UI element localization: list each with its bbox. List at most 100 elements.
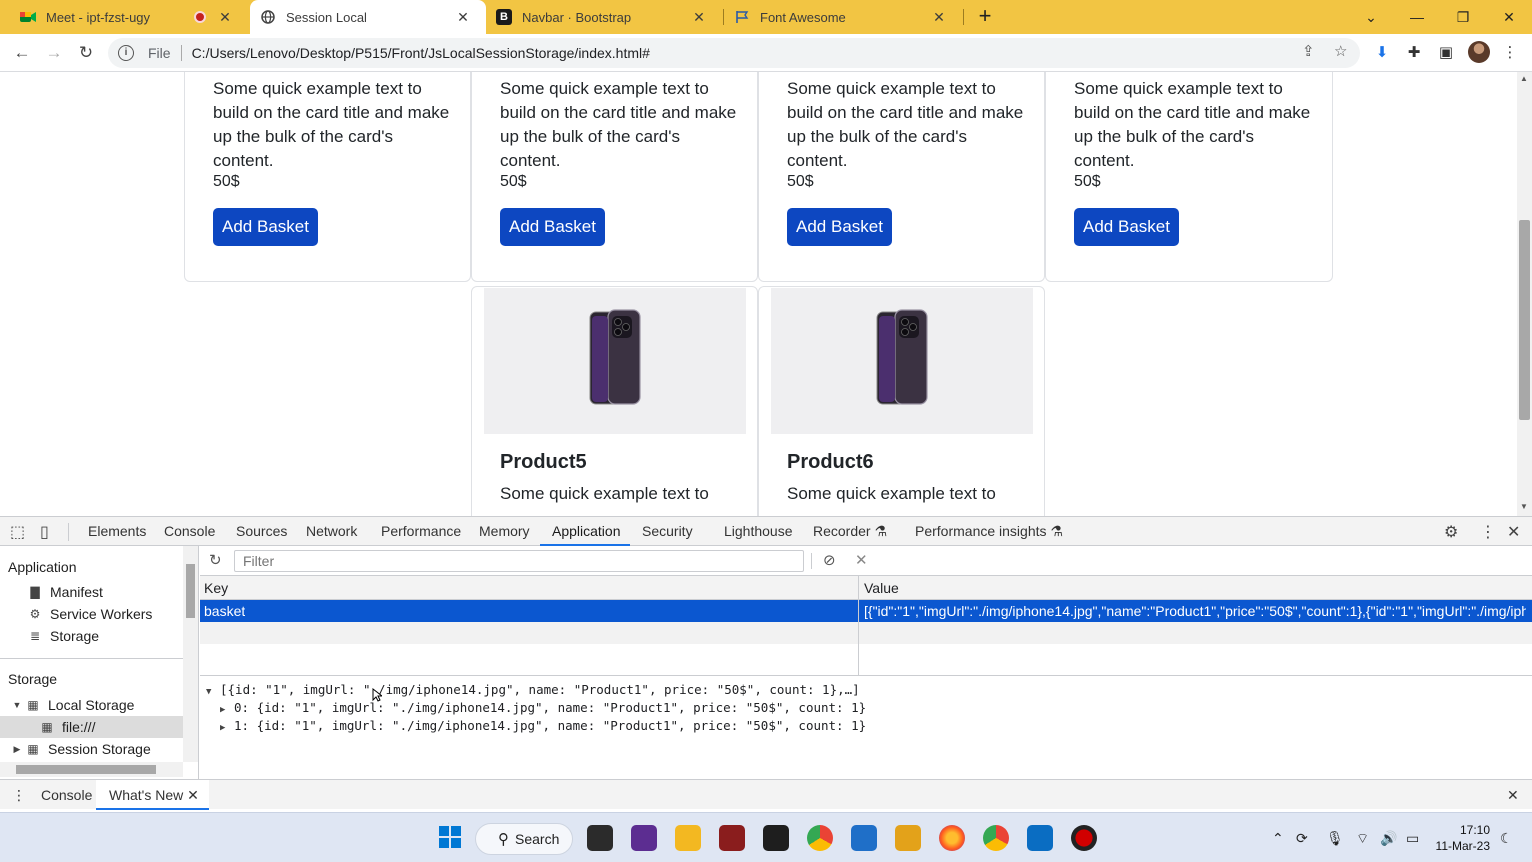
sidebar-item-local-storage[interactable]: ▼ ▦ Local Storage: [12, 697, 135, 713]
collapsed-triangle-icon[interactable]: ▶: [12, 744, 22, 755]
close-tab-icon[interactable]: ✕: [187, 787, 199, 803]
download-icon[interactable]: ⬇: [1372, 43, 1392, 63]
column-header-key[interactable]: Key: [204, 580, 228, 596]
collapsed-triangle-icon[interactable]: ▶: [220, 705, 234, 715]
sidebar-item-manifest[interactable]: ▇ Manifest: [28, 584, 103, 600]
devtools-tab-network[interactable]: Network: [306, 523, 357, 539]
devtools-tab-elements[interactable]: Elements: [88, 523, 146, 539]
scrollbar-thumb[interactable]: [186, 564, 195, 618]
preview-root-line[interactable]: ▼ [{id: "1", imgUrl: "./img/iphone14.jpg"…: [206, 682, 860, 697]
back-arrow-icon[interactable]: ←: [10, 41, 34, 65]
tab-meet[interactable]: Meet - ipt-fzst-ugy ✕: [0, 0, 248, 34]
sync-icon[interactable]: ⟳: [1296, 830, 1308, 847]
volume-icon[interactable]: 🔊: [1380, 830, 1397, 847]
scrollbar-thumb[interactable]: [16, 765, 156, 774]
expanded-triangle-icon[interactable]: ▼: [12, 700, 22, 710]
devtools-tab-memory[interactable]: Memory: [479, 523, 530, 539]
vscode-icon[interactable]: [1027, 825, 1053, 851]
preview-item-line[interactable]: ▶ 0: {id: "1", imgUrl: "./img/iphone14.jp…: [220, 700, 866, 715]
close-devtools-icon[interactable]: ✕: [1507, 522, 1520, 542]
profile-avatar[interactable]: [1468, 41, 1490, 63]
taskbar-clock[interactable]: 17:10 11-Mar-23: [1434, 822, 1490, 854]
preview-item-line[interactable]: ▶ 1: {id: "1", imgUrl: "./img/iphone14.jp…: [220, 718, 866, 733]
microphone-icon[interactable]: 🎙: [1326, 830, 1344, 847]
table-row[interactable]: basket [{"id":"1","imgUrl":"./img/iphone…: [200, 600, 1532, 622]
expanded-triangle-icon[interactable]: ▼: [206, 687, 220, 697]
drawer-tab-whats-new[interactable]: What's New ✕: [96, 780, 209, 810]
filter-input[interactable]: [234, 550, 804, 572]
inspect-element-icon[interactable]: ⬚: [10, 522, 25, 542]
tab-session-local[interactable]: Session Local ✕: [250, 0, 486, 34]
sidebar-item-service-workers[interactable]: ⚙ Service Workers: [28, 606, 153, 622]
sidebar-item-storage-overview[interactable]: ≣ Storage: [28, 628, 99, 644]
address-bar[interactable]: i File C:/Users/Lenovo/Desktop/P515/Fron…: [108, 38, 1360, 68]
refresh-icon[interactable]: ↻: [209, 551, 222, 569]
store-icon[interactable]: [851, 825, 877, 851]
terminal-icon[interactable]: [763, 825, 789, 851]
sidebar-item-session-storage[interactable]: ▶ ▦ Session Storage: [12, 741, 151, 757]
devtools-tab-performance[interactable]: Performance: [381, 523, 461, 539]
device-toolbar-icon[interactable]: ▯: [40, 522, 49, 542]
wifi-icon[interactable]: ⌔: [1356, 830, 1369, 848]
file-explorer-icon[interactable]: [675, 825, 701, 851]
drawer-menu-icon[interactable]: ⋮: [12, 787, 26, 804]
site-info-icon[interactable]: i: [118, 45, 134, 61]
extensions-puzzle-icon[interactable]: ✚: [1404, 43, 1424, 63]
close-tab-icon[interactable]: ✕: [454, 9, 472, 26]
taskbar-search[interactable]: ⚲ Search: [475, 823, 573, 855]
devtools-tab-sources[interactable]: Sources: [236, 523, 287, 539]
sidebar-vertical-scrollbar[interactable]: [183, 546, 198, 762]
sidebar-horizontal-scrollbar[interactable]: [0, 762, 183, 777]
chrome-icon[interactable]: [807, 825, 833, 851]
chrome-profile-icon[interactable]: [983, 825, 1009, 851]
tab-font-awesome[interactable]: Font Awesome ✕: [724, 0, 962, 34]
tab-search-chevron-icon[interactable]: ⌄: [1348, 0, 1394, 34]
add-basket-button[interactable]: Add Basket: [787, 208, 892, 246]
app-icon[interactable]: [719, 825, 745, 851]
new-tab-button[interactable]: +: [974, 5, 996, 27]
tray-overflow-chevron-icon[interactable]: ⌃: [1272, 830, 1284, 847]
reload-icon[interactable]: ↻: [74, 41, 98, 65]
devtools-tab-recorder[interactable]: Recorder ⚗: [813, 523, 887, 540]
windows-start-icon[interactable]: [438, 825, 464, 851]
app-icon[interactable]: [895, 825, 921, 851]
add-basket-button[interactable]: Add Basket: [213, 208, 318, 246]
minimize-icon[interactable]: —: [1394, 0, 1440, 34]
devtools-tab-security[interactable]: Security: [642, 523, 693, 539]
close-drawer-icon[interactable]: ✕: [1507, 787, 1519, 804]
scroll-up-icon[interactable]: ▲: [1520, 74, 1528, 83]
add-basket-button[interactable]: Add Basket: [1074, 208, 1179, 246]
close-window-icon[interactable]: ✕: [1486, 0, 1532, 34]
clear-all-icon[interactable]: ⊘: [823, 551, 836, 569]
devtools-tab-console[interactable]: Console: [164, 523, 215, 539]
task-view-icon[interactable]: [587, 825, 613, 851]
close-tab-icon[interactable]: ✕: [930, 9, 948, 26]
share-icon[interactable]: ⇪: [1302, 42, 1315, 60]
kebab-menu-icon[interactable]: ⋮: [1500, 43, 1520, 63]
page-scrollbar[interactable]: ▲ ▼: [1517, 72, 1532, 516]
close-tab-icon[interactable]: ✕: [216, 9, 234, 26]
firefox-icon[interactable]: [939, 825, 965, 851]
screen-recorder-icon[interactable]: [1071, 825, 1097, 851]
page-scrollbar-thumb[interactable]: [1519, 220, 1530, 420]
close-tab-icon[interactable]: ✕: [690, 9, 708, 26]
devtools-tab-application[interactable]: Application: [552, 523, 621, 539]
scroll-down-icon[interactable]: ▼: [1520, 502, 1528, 511]
devtools-settings-gear-icon[interactable]: ⚙: [1444, 522, 1458, 542]
sidebar-item-local-storage-file[interactable]: ▦ file:///: [40, 719, 95, 735]
devtools-menu-icon[interactable]: ⋮: [1480, 522, 1496, 542]
collapsed-triangle-icon[interactable]: ▶: [220, 723, 234, 733]
battery-icon[interactable]: ▭: [1406, 830, 1419, 847]
devtools-tab-performance-insights[interactable]: Performance insights ⚗: [915, 523, 1063, 540]
notification-moon-icon[interactable]: ☾: [1500, 830, 1513, 847]
add-basket-button[interactable]: Add Basket: [500, 208, 605, 246]
devtools-tab-lighthouse[interactable]: Lighthouse: [724, 523, 793, 539]
forward-arrow-icon[interactable]: →: [42, 41, 66, 65]
restore-icon[interactable]: ❐: [1440, 0, 1486, 34]
visual-studio-icon[interactable]: [631, 825, 657, 851]
tab-bootstrap[interactable]: B Navbar · Bootstrap ✕: [486, 0, 722, 34]
column-header-value[interactable]: Value: [864, 580, 899, 596]
side-panel-icon[interactable]: ▣: [1436, 43, 1456, 63]
drawer-tab-console[interactable]: Console: [41, 787, 92, 803]
delete-selected-icon[interactable]: ✕: [855, 551, 868, 569]
